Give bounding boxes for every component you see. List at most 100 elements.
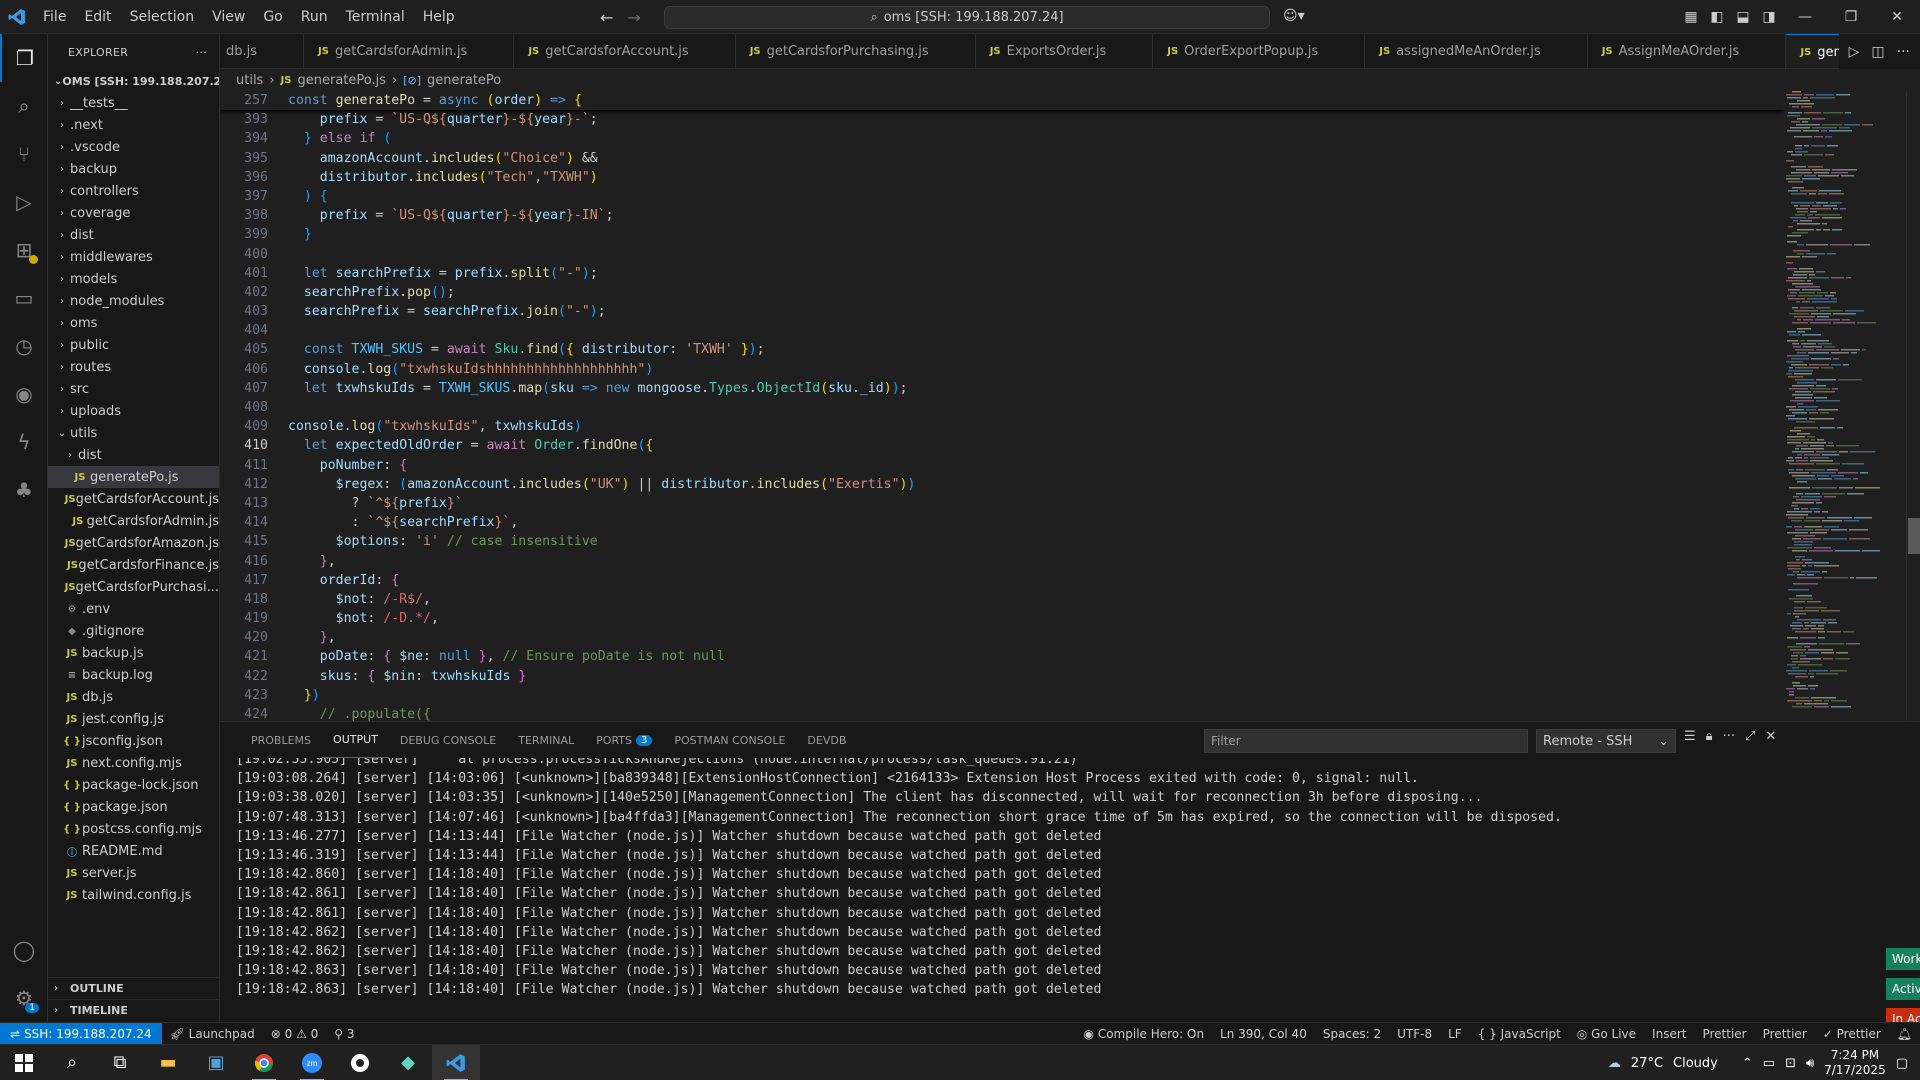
restore-icon[interactable]: ❐ [1828, 9, 1874, 25]
panel-more-icon[interactable]: ··· [1723, 729, 1735, 744]
launchpad-item[interactable]: 🚀︎ Launchpad [162, 1027, 263, 1041]
tree-item[interactable]: { } package-lock.json [48, 774, 219, 796]
list-icon[interactable]: ☰ [1684, 729, 1696, 744]
side-notification[interactable]: Activ [1886, 978, 1920, 1000]
menu-go[interactable]: Go [254, 0, 291, 34]
code-line[interactable]: 402 searchPrefix.pop(); [220, 283, 1784, 302]
tree-item[interactable]: JS getCardsforFinance.js [48, 554, 219, 576]
tree-item[interactable]: JS server.js [48, 862, 219, 884]
tab-orderexportpopupjs[interactable]: JS OrderExportPopup.js [1153, 34, 1366, 68]
code-line[interactable]: 418 $not: /-R$/, [220, 590, 1784, 609]
editor-scrollbar[interactable] [1906, 91, 1920, 721]
code-line[interactable]: 401 let searchPrefix = prefix.split("-")… [220, 264, 1784, 283]
tree-item[interactable]: JS getCardsforAdmin.js [48, 510, 219, 532]
tree-item[interactable]: › routes [48, 356, 219, 378]
thunder-icon[interactable]: ϟ [0, 418, 48, 466]
code-line[interactable]: 398 prefix = `US-Q${quarter}-${year}-IN`… [220, 206, 1784, 225]
code-line[interactable]: 421 poDate: { $ne: null }, // Ensure poD… [220, 647, 1784, 666]
tree-item[interactable]: › src [48, 378, 219, 400]
tab-getcardsforadminjs[interactable]: JS getCardsforAdmin.js [304, 34, 515, 68]
tree-item[interactable]: { } package.json [48, 796, 219, 818]
breadcrumb-folder[interactable]: utils [236, 73, 263, 88]
code-line[interactable]: 408 [220, 398, 1784, 417]
go-live-item[interactable]: ◎ Go Live [1569, 1027, 1644, 1041]
side-notification[interactable]: Work [1886, 948, 1920, 970]
output-channel-select[interactable]: Remote - SSH ⌄ [1536, 729, 1676, 753]
minimize-icon[interactable]: — [1782, 9, 1828, 25]
code-line[interactable]: 399 } [220, 225, 1784, 244]
code-line[interactable]: 410 let expectedOldOrder = await Order.f… [220, 436, 1784, 455]
language-mode[interactable]: { } JavaScript [1470, 1027, 1569, 1041]
tree-item[interactable]: › uploads [48, 400, 219, 422]
panel-tab-terminal[interactable]: TERMINAL [507, 722, 585, 758]
ports-item[interactable]: ⚲ 3 [326, 1027, 362, 1041]
store-icon[interactable]: ▣ [192, 1045, 240, 1080]
code-line[interactable]: 419 $not: /-D.*/, [220, 609, 1784, 628]
menu-help[interactable]: Help [414, 0, 464, 34]
code-editor[interactable]: 257 const generatePo = async (order) => {… [220, 91, 1784, 721]
notifications-bell-icon[interactable]: 🔔︎ [1889, 1027, 1920, 1041]
output-filter-input[interactable]: Filter [1204, 729, 1528, 753]
command-center[interactable]: ⌕ oms [SSH: 199.188.207.24] [664, 6, 1270, 29]
tree-item[interactable]: › models [48, 268, 219, 290]
run-file-icon[interactable]: ▷ [1849, 44, 1860, 60]
prettier-item-1[interactable]: Prettier [1694, 1027, 1754, 1041]
tree-item[interactable]: › backup [48, 158, 219, 180]
file-explorer-icon[interactable]: ▬ [144, 1045, 192, 1080]
app-diamond-icon[interactable]: ◆ [384, 1045, 432, 1080]
volume-icon[interactable]: 🔊︎ [1806, 1056, 1814, 1071]
menu-terminal[interactable]: Terminal [337, 0, 414, 34]
code-line[interactable]: 420 }, [220, 628, 1784, 647]
tree-item[interactable]: › controllers [48, 180, 219, 202]
tab-assignmeaorderjs[interactable]: JS AssignMeAOrder.js [1588, 34, 1787, 68]
breadcrumb-symbol[interactable]: generatePo [427, 73, 501, 88]
menu-view[interactable]: View [203, 0, 254, 34]
timeline-icon[interactable]: ◷ [0, 322, 48, 370]
code-line[interactable]: 405 const TXWH_SKUS = await Sku.find({ d… [220, 340, 1784, 359]
close-panel-icon[interactable]: ✕ [1765, 729, 1776, 744]
tab-more-icon[interactable]: ··· [1897, 44, 1910, 60]
network-icon[interactable]: ⊡ [1785, 1056, 1796, 1071]
indentation[interactable]: Spaces: 2 [1315, 1027, 1389, 1041]
code-line[interactable]: 393 prefix = `US-Q${quarter}-${year}-`; [220, 110, 1784, 129]
split-editor-icon[interactable]: ◫ [1871, 44, 1884, 60]
code-line[interactable]: 257 const generatePo = async (order) => { [220, 91, 1784, 111]
tree-item[interactable]: JS jest.config.js [48, 708, 219, 730]
search-view-icon[interactable]: ⌕ [0, 82, 48, 130]
tree-item[interactable]: JS getCardsforAmazon.js [48, 532, 219, 554]
account-icon[interactable]: ◯ [0, 926, 48, 974]
code-line[interactable]: 409 console.log("txwhskuIds", txwhskuIds) [220, 417, 1784, 436]
explorer-icon[interactable]: ❐ [0, 34, 48, 82]
tree-item[interactable]: ≡ backup.log [48, 664, 219, 686]
chevron-up-icon[interactable]: ⌃ [1742, 1056, 1753, 1071]
app-circle-icon[interactable] [336, 1045, 384, 1080]
weather-text[interactable]: Cloudy [1673, 1056, 1718, 1071]
taskbar-search-icon[interactable]: ⌕ [48, 1045, 96, 1080]
tree-item[interactable]: JS generatePo.js [48, 466, 219, 488]
customize-layout-icon[interactable]: ▦ [1678, 9, 1704, 25]
menu-file[interactable]: File [34, 0, 75, 34]
chrome-icon[interactable] [240, 1045, 288, 1080]
clock[interactable]: 7:24 PM 7/17/2025 [1824, 1048, 1886, 1078]
source-control-icon[interactable]: ⑂ [0, 130, 48, 178]
tree-item[interactable]: › __tests__ [48, 92, 219, 114]
code-line[interactable]: 394 } else if ( [220, 129, 1784, 148]
code-line[interactable]: 404 [220, 321, 1784, 340]
code-line[interactable]: 423 }) [220, 686, 1784, 705]
tab-getcardsforpurchasingjs[interactable]: JS getCardsforPurchasing.js [736, 34, 976, 68]
menu-selection[interactable]: Selection [121, 0, 204, 34]
tree-item[interactable]: JS getCardsforPurchasi... [48, 576, 219, 598]
end-of-line[interactable]: LF [1440, 1027, 1470, 1041]
weather-temp[interactable]: 27°C [1631, 1056, 1663, 1071]
weather-icon[interactable]: ☁ [1608, 1056, 1621, 1071]
tree-item[interactable]: JS backup.js [48, 642, 219, 664]
tree-item[interactable]: › dist [48, 224, 219, 246]
tree-item[interactable]: ⓘ README.md [48, 840, 219, 862]
code-line[interactable]: 413 ? `^${prefix}` [220, 494, 1784, 513]
code-line[interactable]: 417 orderId: { [220, 571, 1784, 590]
postman-icon[interactable]: ◉ [0, 370, 48, 418]
code-line[interactable]: 406 console.log("txwhskuIdshhhhhhhhhhhhh… [220, 360, 1784, 379]
code-line[interactable]: 397 ) { [220, 187, 1784, 206]
tab-assignedmeanorderjs[interactable]: JS assignedMeAnOrder.js [1365, 34, 1588, 68]
insert-mode[interactable]: Insert [1644, 1027, 1694, 1041]
